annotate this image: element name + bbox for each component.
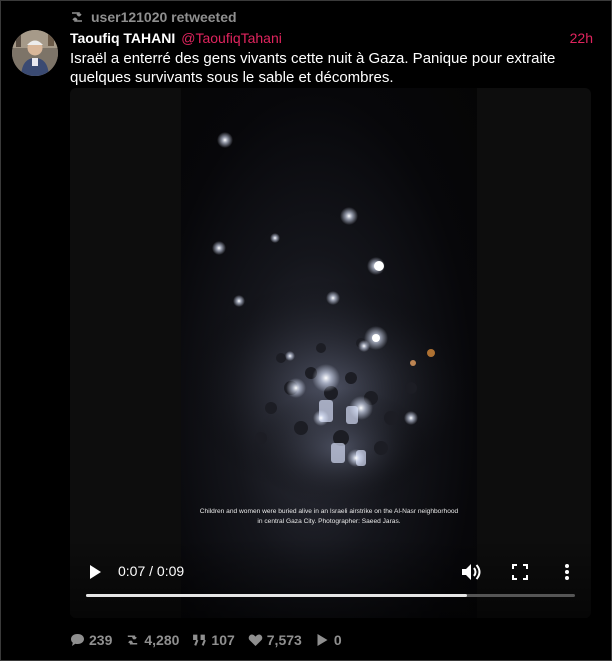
retweet-indicator[interactable]: user121020 retweeted (69, 9, 237, 25)
play-icon (90, 565, 101, 579)
video-time: 0:07 / 0:09 (118, 563, 185, 579)
like-button[interactable]: 7,573 (248, 632, 302, 648)
video-progress-bar[interactable] (86, 594, 575, 597)
author-row: Taoufiq TAHANI @TaoufiqTahani 22h (70, 29, 593, 47)
fullscreen-icon (512, 564, 528, 580)
fullscreen-button[interactable] (508, 560, 532, 584)
tweet-actions: 239 4,280 107 7,573 0 (70, 631, 342, 649)
retweet-button[interactable]: 4,280 (125, 632, 179, 648)
video-progress-fill (86, 594, 468, 597)
retweet-icon (128, 635, 138, 645)
volume-icon (462, 564, 481, 580)
retweet-count: 4,280 (144, 632, 180, 648)
timestamp[interactable]: 22h (570, 30, 593, 46)
author-handle[interactable]: @TaoufiqTahani (181, 30, 282, 46)
retweet-icon (72, 12, 82, 22)
tweet-text: Israël a enterré des gens vivants cette … (70, 50, 556, 86)
author-name[interactable]: Taoufiq TAHANI (70, 30, 175, 46)
view-count: 0 (333, 632, 342, 648)
quote-button[interactable]: 107 (192, 632, 235, 648)
more-options-button[interactable] (556, 560, 578, 584)
play-icon (317, 634, 328, 646)
speech-bubble-icon (71, 634, 84, 646)
volume-button[interactable] (459, 560, 483, 584)
like-count: 7,573 (266, 632, 302, 648)
quote-count: 107 (211, 632, 235, 648)
retweet-label: user121020 retweeted (91, 9, 237, 25)
reply-button[interactable]: 239 (70, 632, 112, 648)
heart-icon (248, 634, 263, 646)
avatar[interactable] (12, 30, 58, 76)
video-player[interactable]: Children and women were buried alive in … (70, 88, 591, 618)
view-button[interactable]: 0 (315, 632, 342, 648)
play-button[interactable] (84, 561, 106, 583)
kebab-menu-icon (565, 564, 569, 580)
reply-count: 239 (89, 632, 113, 648)
tweet-card: user121020 retweeted Taoufiq TAHANI @Tao… (0, 0, 612, 661)
quote-icon (193, 634, 207, 646)
video-caption: Children and women were buried alive in … (199, 508, 459, 525)
